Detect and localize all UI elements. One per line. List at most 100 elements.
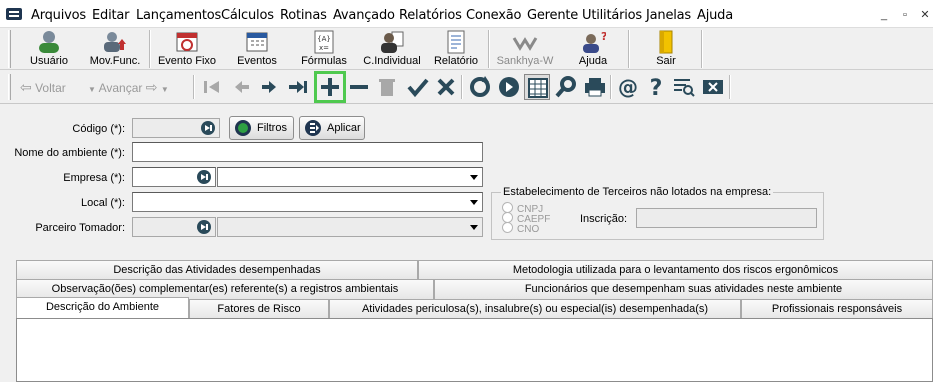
local-label: Local (*): <box>80 197 125 209</box>
print-icon[interactable] <box>582 74 608 100</box>
sankhya-button[interactable]: Sankhya-W <box>494 28 556 70</box>
delete-icon[interactable] <box>374 74 400 100</box>
toolbar-separator <box>149 30 151 68</box>
cindividual-button[interactable]: C.Individual <box>362 28 422 70</box>
formula-icon: {A}x= <box>314 30 334 54</box>
first-record-icon[interactable] <box>199 74 225 100</box>
svg-text:?: ? <box>650 76 663 100</box>
toolbar-grip[interactable] <box>8 30 11 68</box>
evento-fixo-button[interactable]: Evento Fixo <box>156 28 218 70</box>
minimize-icon[interactable]: _ <box>877 8 891 22</box>
toolbar-separator <box>701 30 703 68</box>
inscricao-field[interactable] <box>636 208 817 228</box>
forward-arrow-icon: ⇨ <box>145 79 158 95</box>
tab-funcionarios[interactable]: Funcionários que desempenham suas ativid… <box>434 279 933 299</box>
empresa-combo[interactable] <box>217 167 483 187</box>
toolbar-grip[interactable] <box>8 74 11 100</box>
inscricao-label: Inscrição: <box>580 213 628 225</box>
chevron-down-icon[interactable] <box>467 219 481 235</box>
ajuda-button[interactable]: ? Ajuda <box>566 28 620 70</box>
dropdown-arrow-icon: ▼ <box>88 85 96 94</box>
help-question-icon[interactable]: ? <box>643 74 669 101</box>
calendar-icon <box>246 32 268 52</box>
radio-cno[interactable]: CNO <box>502 222 539 235</box>
menu-rotinas[interactable]: Rotinas <box>280 8 327 23</box>
close-icon[interactable]: ✕ <box>918 8 932 22</box>
remove-record-icon[interactable] <box>346 74 372 100</box>
relatorio-button[interactable]: Relatório <box>432 28 480 70</box>
menu-janelas[interactable]: Janelas <box>646 8 691 23</box>
eventos-button[interactable]: Eventos <box>232 28 282 70</box>
empresa-lookup-icon[interactable] <box>196 169 212 185</box>
svg-text:@: @ <box>618 75 638 99</box>
svg-text:{A}: {A} <box>317 35 331 43</box>
toolbar-separator <box>193 75 195 99</box>
exit-door-icon <box>659 30 673 54</box>
movfunc-button[interactable]: Mov.Func. <box>86 28 144 70</box>
menu-relatorios[interactable]: Relatórios <box>399 8 462 23</box>
avancar-button[interactable]: ▼ Avançar ⇨ ▼ <box>88 74 169 100</box>
menu-calculos[interactable]: Cálculos <box>221 8 274 23</box>
add-record-icon[interactable] <box>314 71 346 103</box>
restore-icon[interactable]: ▫ <box>898 8 912 22</box>
form-area: Código (*): Filtros Aplicar Nome do ambi… <box>0 104 933 382</box>
voltar-button[interactable]: ⇦ Voltar <box>20 74 66 100</box>
search-icon[interactable] <box>553 74 579 100</box>
formulas-button[interactable]: {A} x= Fórmulas <box>299 28 349 70</box>
sankhya-label: Sankhya-W <box>496 55 554 67</box>
tab-metodologia-ergonomicos[interactable]: Metodologia utilizada para o levantament… <box>418 260 933 280</box>
menu-utilitarios[interactable]: Utilitários <box>582 8 642 23</box>
svg-text:x=: x= <box>319 44 329 52</box>
tab-atividades-periculosas[interactable]: Atividades periculosa(s), insalubre(s) o… <box>329 299 741 319</box>
menu-lancamentos[interactable]: Lançamentos <box>136 8 221 23</box>
back-arrow-icon: ⇦ <box>20 79 32 95</box>
cindividual-label: C.Individual <box>363 55 421 67</box>
grid-view-icon[interactable] <box>524 74 550 100</box>
aplicar-button[interactable]: Aplicar <box>299 116 365 140</box>
descricao-ambiente-textarea[interactable] <box>16 318 933 382</box>
tab-profissionais[interactable]: Profissionais responsáveis <box>741 299 933 319</box>
sair-button[interactable]: Sair <box>640 28 692 70</box>
menu-ajuda[interactable]: Ajuda <box>697 8 733 23</box>
menu-arquivos[interactable]: Arquivos <box>31 8 86 23</box>
nome-label: Nome do ambiente (*): <box>14 147 125 159</box>
email-at-icon[interactable]: @ <box>615 74 641 100</box>
evento-fixo-label: Evento Fixo <box>157 55 217 67</box>
toolbar-separator <box>610 75 612 99</box>
menu-editar[interactable]: Editar <box>92 8 129 23</box>
usuario-button[interactable]: Usuário <box>22 28 76 70</box>
text-search-icon[interactable] <box>671 74 697 100</box>
tab-observacoes[interactable]: Observação(ões) complementar(es) referen… <box>16 279 434 299</box>
filtros-button[interactable]: Filtros <box>229 116 294 140</box>
next-record-icon[interactable] <box>256 74 282 100</box>
tab-fatores-risco[interactable]: Fatores de Risco <box>189 299 329 319</box>
menu-gerente[interactable]: Gerente <box>527 8 578 23</box>
menu-conexao[interactable]: Conexão <box>466 8 521 23</box>
app-icon[interactable] <box>6 8 22 20</box>
parceiro-combo[interactable] <box>217 217 483 237</box>
svg-text:?: ? <box>601 30 606 43</box>
close-window-icon[interactable] <box>700 74 726 100</box>
chevron-down-icon[interactable] <box>467 194 481 210</box>
codigo-lookup-icon[interactable] <box>200 120 216 136</box>
help-person-icon: ? <box>583 30 606 53</box>
confirm-check-icon[interactable] <box>405 74 431 100</box>
chevron-down-icon[interactable] <box>467 169 481 185</box>
filtros-label: Filtros <box>257 122 287 134</box>
tab-descricao-ambiente[interactable]: Descrição do Ambiente <box>16 297 189 319</box>
empresa-label: Empresa (*): <box>63 172 125 184</box>
previous-record-icon[interactable] <box>229 74 255 100</box>
cancel-x-icon[interactable] <box>433 74 459 100</box>
parceiro-lookup-icon[interactable] <box>196 219 212 235</box>
last-record-icon[interactable] <box>285 74 311 100</box>
toolbar-separator <box>729 75 731 99</box>
tab-descricao-atividades[interactable]: Descrição das Atividades desempenhadas <box>16 260 418 280</box>
toolbar-separator <box>488 30 490 68</box>
local-combo[interactable] <box>132 192 483 212</box>
menu-avancado[interactable]: Avançado <box>333 8 395 23</box>
lookup-icon[interactable] <box>496 74 522 100</box>
refresh-icon[interactable] <box>467 74 493 100</box>
nome-ambiente-field[interactable] <box>132 142 483 162</box>
report-icon <box>447 30 465 54</box>
toolbar-separator <box>461 75 463 99</box>
